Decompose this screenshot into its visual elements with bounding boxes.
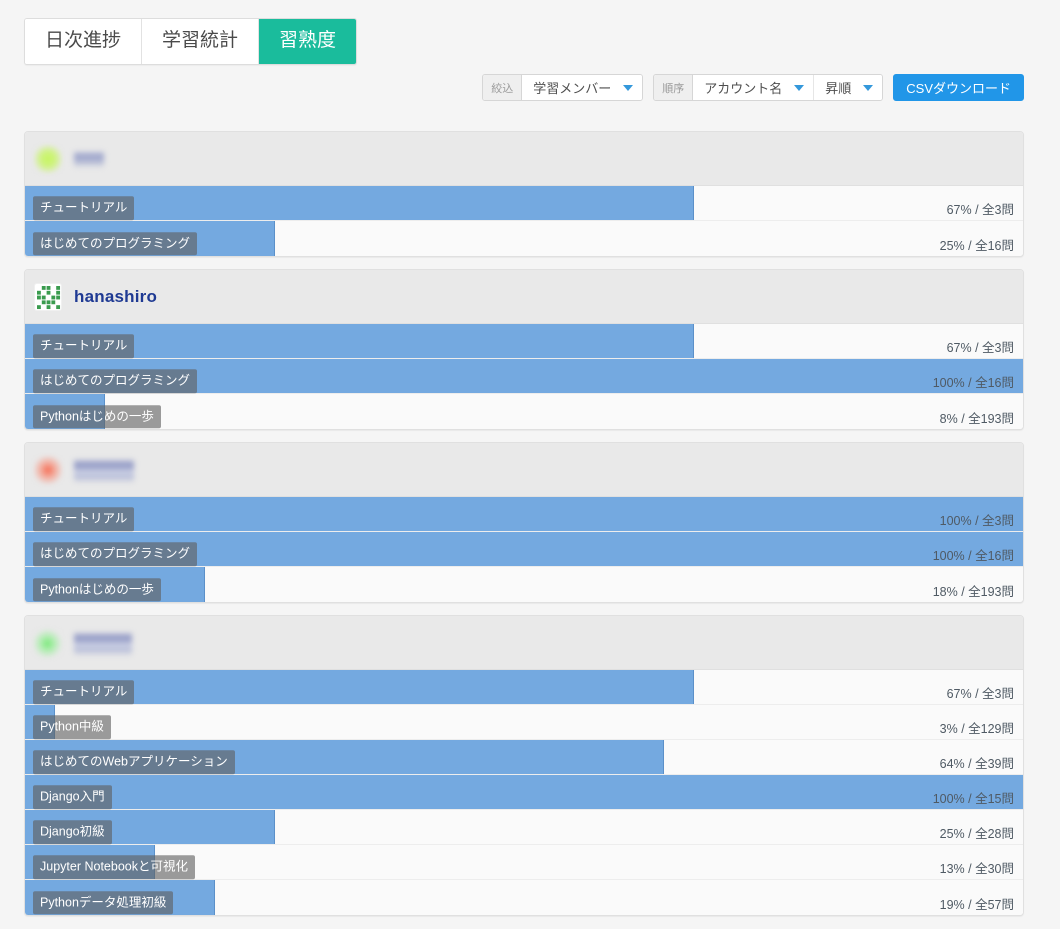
- progress-stat: 25% / 全16問: [939, 239, 1014, 253]
- progress-stat: 13% / 全30問: [939, 862, 1014, 876]
- progress-stat: 100% / 全3問: [939, 514, 1014, 528]
- progress-bar: [25, 775, 1023, 809]
- chevron-down-icon: [863, 84, 874, 91]
- user-card-header: [25, 443, 1023, 497]
- course-progress-row: チュートリアル 67% / 全3問: [25, 186, 1023, 221]
- filter-label: 絞込: [483, 75, 523, 100]
- tab-2[interactable]: 習熟度: [259, 19, 357, 64]
- user-card: hanashiro チュートリアル 67% / 全3問はじめてのプログラミング 100…: [24, 269, 1024, 430]
- user-card-header: hanashiro: [25, 270, 1023, 324]
- proficiency-card-list: チュートリアル 67% / 全3問 はじめてのプログラミング 25% / 全16問 ha…: [24, 131, 1024, 928]
- course-name-chip: Python中級: [33, 715, 111, 739]
- course-name-chip: Jupyter Notebookと可視化: [33, 855, 195, 879]
- course-progress-row: Pythonデータ処理初級 19% / 全57問: [25, 880, 1023, 915]
- course-name-chip: チュートリアル: [33, 196, 135, 220]
- user-name: [74, 458, 134, 483]
- progress-bar: [25, 497, 1023, 531]
- chevron-down-icon: [794, 84, 805, 91]
- tab-label: 日次進捗: [45, 30, 122, 51]
- progress-stat: 67% / 全3問: [946, 687, 1014, 701]
- course-name-chip: はじめてのプログラミング: [33, 231, 198, 256]
- chevron-down-icon: [623, 84, 634, 91]
- order-label: 順序: [654, 75, 694, 100]
- filter-group[interactable]: 絞込 学習メンバー: [482, 74, 644, 101]
- course-progress-row: はじめてのプログラミング 100% / 全16問: [25, 359, 1023, 394]
- progress-stat: 64% / 全39問: [939, 757, 1014, 771]
- order-group[interactable]: 順序 アカウント名 昇順: [653, 74, 884, 101]
- course-name-chip: Django初級: [33, 820, 112, 844]
- csv-download-button[interactable]: CSVダウンロード: [893, 74, 1024, 101]
- direction-select-value: 昇順: [825, 81, 852, 96]
- progress-stat: 8% / 全193問: [939, 412, 1014, 426]
- tab-1[interactable]: 学習統計: [142, 19, 260, 64]
- course-name-chip: チュートリアル: [33, 507, 135, 531]
- course-progress-row: Pythonはじめの一歩 8% / 全193問: [25, 394, 1023, 429]
- blurred-green-small-avatar: [34, 628, 62, 657]
- tab-bar[interactable]: 日次進捗 学習統計 習熟度: [24, 18, 358, 65]
- course-progress-row: はじめてのプログラミング 100% / 全16問: [25, 532, 1023, 567]
- identicon-avatar: [34, 282, 62, 311]
- course-progress-row: チュートリアル 67% / 全3問: [25, 324, 1023, 359]
- course-name-chip: はじめてのプログラミング: [33, 542, 198, 566]
- user-card: チュートリアル 67% / 全3問はじめてのプログラミング 25% / 全16問: [24, 131, 1024, 257]
- progress-stat: 100% / 全15問: [932, 792, 1014, 806]
- course-name-chip: Pythonはじめの一歩: [33, 404, 161, 429]
- course-name-chip: はじめてのプログラミング: [33, 369, 198, 393]
- order-select-value: アカウント名: [704, 81, 783, 96]
- course-name-chip: チュートリアル: [33, 680, 135, 704]
- progress-stat: 100% / 全16問: [932, 376, 1014, 390]
- progress-stat: 67% / 全3問: [946, 341, 1014, 355]
- course-name-chip: Django入門: [33, 785, 112, 809]
- progress-stat: 67% / 全3問: [946, 203, 1014, 217]
- user-card-header: [25, 616, 1023, 670]
- user-name: hanashiro: [74, 286, 158, 306]
- filter-select[interactable]: 学習メンバー: [522, 75, 643, 100]
- course-name-chip: Pythonはじめの一歩: [33, 577, 161, 602]
- progress-stat: 19% / 全57問: [939, 898, 1014, 912]
- course-progress-row: Django入門 100% / 全15問: [25, 775, 1023, 810]
- course-progress-row: はじめてのプログラミング 25% / 全16問: [25, 221, 1023, 256]
- progress-stat: 25% / 全28問: [939, 827, 1014, 841]
- user-card: チュートリアル 67% / 全3問 Python中級 3% / 全129問はじめてのW…: [24, 615, 1024, 916]
- tab-0[interactable]: 日次進捗: [25, 19, 143, 64]
- course-progress-row: はじめてのWebアプリケーション 64% / 全39問: [25, 740, 1023, 775]
- course-progress-row: Pythonはじめの一歩 18% / 全193問: [25, 567, 1023, 602]
- progress-stat: 18% / 全193問: [932, 585, 1014, 599]
- user-card: チュートリアル 100% / 全3問はじめてのプログラミング 100% / 全16問…: [24, 442, 1024, 603]
- course-name-chip: チュートリアル: [33, 334, 135, 358]
- filter-select-value: 学習メンバー: [533, 81, 612, 96]
- course-progress-row: Python中級 3% / 全129問: [25, 705, 1023, 740]
- toolbar: 絞込 学習メンバー 順序 アカウント名 昇順 CSVダウンロード: [482, 74, 1024, 101]
- progress-stat: 3% / 全129問: [939, 722, 1014, 736]
- tab-label: 習熟度: [279, 30, 337, 51]
- blurred-green-avatar: [34, 144, 62, 173]
- tab-label: 学習統計: [162, 30, 239, 51]
- user-name: [74, 151, 104, 168]
- course-progress-row: Django初級 25% / 全28問: [25, 810, 1023, 845]
- order-select[interactable]: アカウント名: [693, 75, 815, 100]
- course-name-chip: はじめてのWebアプリケーション: [33, 750, 235, 774]
- user-name: [74, 631, 132, 656]
- user-card-header: [25, 132, 1023, 186]
- course-progress-row: チュートリアル 100% / 全3問: [25, 497, 1023, 532]
- course-progress-row: チュートリアル 67% / 全3問: [25, 670, 1023, 705]
- course-name-chip: Pythonデータ処理初級: [33, 890, 174, 915]
- blurred-red-avatar: [34, 455, 62, 484]
- progress-stat: 100% / 全16問: [932, 549, 1014, 563]
- course-progress-row: Jupyter Notebookと可視化 13% / 全30問: [25, 845, 1023, 880]
- direction-select[interactable]: 昇順: [814, 75, 883, 100]
